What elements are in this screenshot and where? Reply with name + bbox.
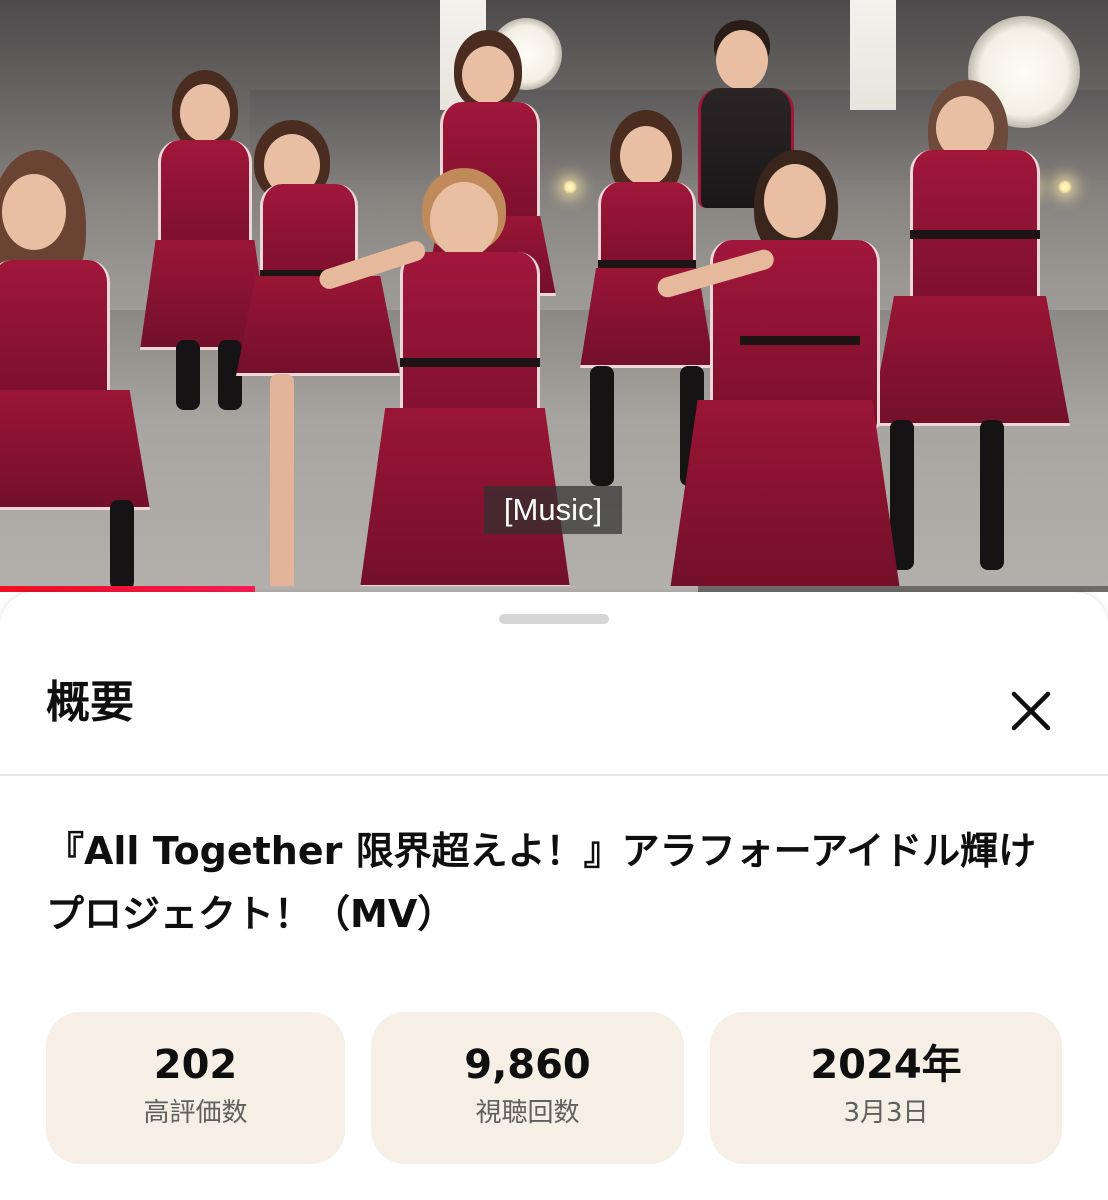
likes-count: 202 (153, 1042, 238, 1088)
close-button[interactable] (1000, 680, 1062, 742)
likes-stat-card: 202 高評価数 (46, 1012, 345, 1164)
closed-caption: [Music] (484, 486, 622, 534)
app-screen: [Music] 概要 『All Together 限界超えよ！』アラフォーアイド… (0, 0, 1108, 1200)
views-stat-card: 9,860 視聴回数 (371, 1012, 684, 1164)
sheet-title: 概要 (46, 677, 134, 728)
views-count: 9,860 (464, 1042, 591, 1088)
upload-date: 3月3日 (843, 1098, 929, 1128)
divider (0, 774, 1108, 776)
video-player[interactable]: [Music] (0, 0, 1108, 592)
drag-handle[interactable] (499, 614, 609, 624)
upload-year: 2024年 (810, 1042, 962, 1088)
upload-date-stat-card: 2024年 3月3日 (710, 1012, 1062, 1164)
video-title: 『All Together 限界超えよ！』アラフォーアイドル輝けプロジェクト！（… (46, 829, 1037, 936)
likes-label: 高評価数 (143, 1098, 248, 1128)
views-label: 視聴回数 (475, 1098, 580, 1128)
description-sheet: 概要 『All Together 限界超えよ！』アラフォーアイドル輝けプロジェク… (0, 592, 1108, 1200)
close-icon (1011, 691, 1051, 731)
